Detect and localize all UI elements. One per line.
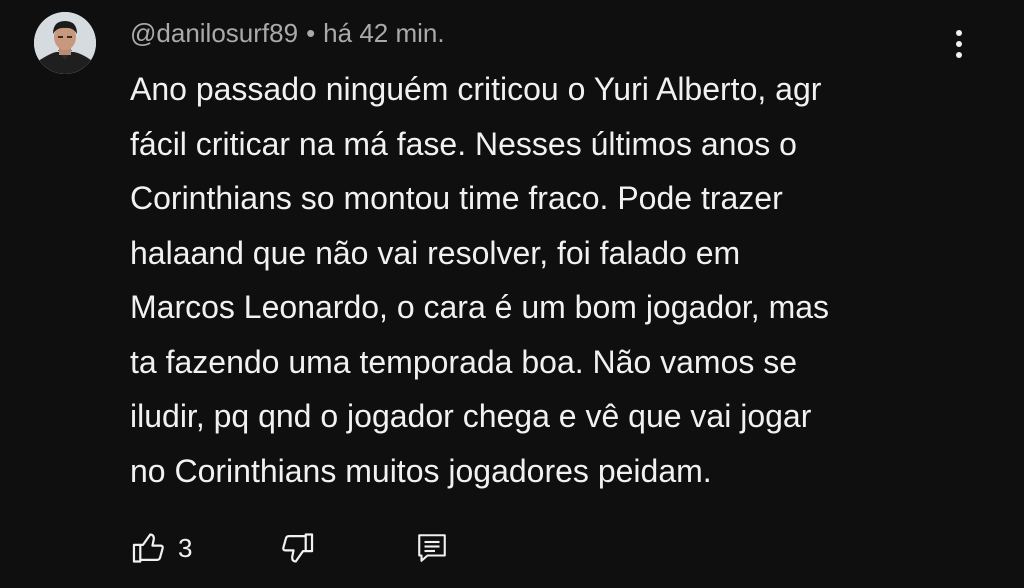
reply-button[interactable] <box>414 526 450 570</box>
like-button[interactable]: 3 <box>130 526 192 570</box>
like-count: 3 <box>178 532 193 563</box>
comment-author[interactable]: @danilosurf89 <box>130 18 298 48</box>
comment-header: @danilosurf89 • há 42 min. <box>130 18 445 48</box>
more-vertical-icon <box>956 30 962 36</box>
avatar-image <box>34 12 96 74</box>
dislike-button[interactable] <box>278 526 316 570</box>
separator-dot: • <box>306 18 316 48</box>
thumbs-down-icon <box>278 529 316 567</box>
comment-timestamp[interactable]: há 42 min. <box>323 18 444 48</box>
avatar[interactable] <box>34 12 96 74</box>
comment-item: @danilosurf89 • há 42 min. Ano passado nin… <box>0 0 1024 588</box>
reply-comment-icon <box>414 530 450 566</box>
thumbs-up-icon <box>130 529 168 567</box>
more-options-button[interactable] <box>944 24 974 64</box>
more-vertical-icon-dot <box>956 41 962 47</box>
more-vertical-icon-dot <box>956 52 962 58</box>
comment-text: Ano passado ninguém criticou o Yuri Albe… <box>130 71 830 489</box>
